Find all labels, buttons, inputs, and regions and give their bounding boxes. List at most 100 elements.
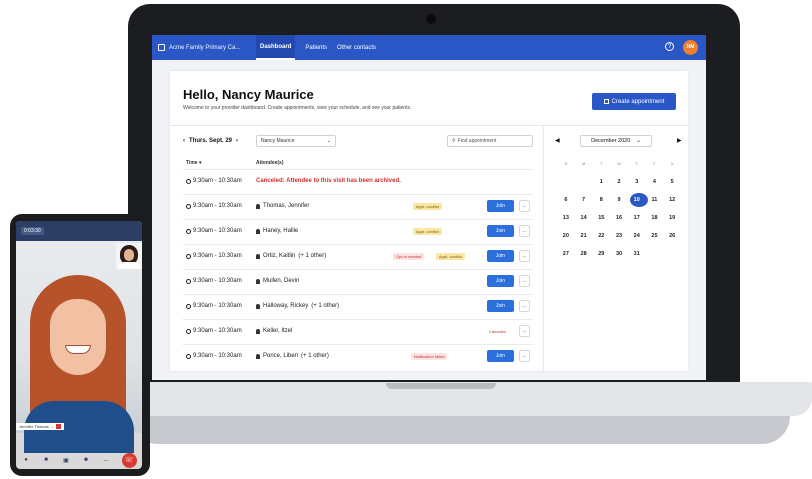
month-select[interactable]: December 2020 ⌄	[580, 135, 652, 147]
calendar-day[interactable]: 18	[646, 209, 664, 227]
calendar-day[interactable]: 28	[575, 245, 593, 263]
top-nav-bar: Acme Family Primary Ca... Dashboard Pati…	[152, 35, 706, 60]
calendar-day[interactable]: 26	[663, 227, 681, 245]
call-status-bar: 0:03:30	[16, 221, 142, 241]
calendar-day[interactable]: 21	[575, 227, 593, 245]
appointment-list: 9:30am - 10:30am Canceled: Attendee to t…	[183, 169, 533, 369]
help-icon[interactable]: ?	[665, 42, 674, 51]
join-button[interactable]: Join	[487, 250, 514, 262]
provider-select[interactable]: Nancy Maurice ⌄	[256, 135, 336, 147]
calendar-day[interactable]: 13	[557, 209, 575, 227]
appointment-row[interactable]: 9:30am - 10:30am Halloway, Rickey (+ 1 ot…	[183, 294, 533, 319]
caller-menu[interactable]: ...	[51, 424, 54, 429]
caller-name: Jennifer Thomas	[19, 424, 49, 429]
more-menu-button[interactable]: ...	[519, 275, 530, 287]
prev-month-icon[interactable]: ◀	[555, 137, 560, 144]
org-switcher[interactable]: Acme Family Primary Ca...	[158, 35, 240, 60]
calendar-day[interactable]: 30	[610, 245, 628, 263]
calendar-day[interactable]: 24	[628, 227, 646, 245]
calendar-day[interactable]: 7	[575, 191, 593, 209]
join-button[interactable]: Join	[487, 225, 514, 237]
opt-in-needed-badge: Opt-in needed	[393, 253, 425, 260]
row-attendee-extra: (+ 1 other)	[298, 253, 327, 259]
nav-patients[interactable]: Patients	[305, 35, 327, 60]
person-icon	[256, 353, 260, 359]
nav-dashboard[interactable]: Dashboard	[256, 35, 296, 60]
join-button[interactable]: Join	[487, 350, 514, 362]
column-header-time[interactable]: Time ▾	[186, 160, 202, 166]
calendar-day[interactable]: 19	[663, 209, 681, 227]
calendar-day[interactable]: 20	[557, 227, 575, 245]
calendar-day[interactable]: 9	[610, 191, 628, 209]
calendar-day[interactable]: 4	[646, 173, 664, 191]
column-header-attendees: Attendee(s)	[256, 160, 284, 166]
join-button[interactable]: Join	[487, 200, 514, 212]
appointment-row[interactable]: 9:30am - 10:30am Haney, Hallie Appt. con…	[183, 219, 533, 244]
clock-icon	[186, 203, 191, 209]
microphone-icon[interactable]: ●	[22, 456, 31, 465]
row-attendee: Mullen, Devin	[263, 278, 300, 284]
calendar-day[interactable]: 10	[628, 191, 648, 209]
calendar-day[interactable]: 1	[592, 173, 610, 191]
calendar-day[interactable]: 31	[628, 245, 646, 263]
calendar-day[interactable]: 2	[610, 173, 628, 191]
weekday-label: M	[581, 161, 586, 166]
row-attendee: Ponce, Liben	[263, 353, 299, 359]
find-appointment-input[interactable]: ⚲ Find appointment	[447, 135, 533, 147]
month-label: December 2020	[591, 138, 631, 144]
calendar-day[interactable]: 23	[610, 227, 628, 245]
more-menu-button[interactable]: ...	[519, 200, 530, 212]
calendar-day[interactable]: 8	[592, 191, 610, 209]
calendar-empty-cell	[575, 173, 593, 191]
caller-name-tag: Jennifer Thomas ...	[16, 423, 65, 430]
nav-other-contacts[interactable]: Other contacts	[337, 35, 376, 60]
clock-icon	[186, 178, 191, 184]
current-date: Thurs. Sept. 29	[189, 138, 233, 144]
appt-conflict-badge: Appt. conflict	[413, 203, 442, 210]
self-view-video[interactable]	[116, 243, 142, 269]
calendar-day[interactable]: 27	[557, 245, 575, 263]
appointment-row[interactable]: 9:30am - 10:30am Thomas, Jennifer Appt. …	[183, 194, 533, 219]
more-menu-button[interactable]: ...	[519, 250, 530, 262]
appointment-row[interactable]: 9:30am - 10:30am Ortiz, Kaitlin (+ 1 othe…	[183, 244, 533, 269]
building-icon	[158, 44, 165, 51]
share-screen-icon[interactable]: ▣	[62, 456, 71, 465]
calendar-day[interactable]: 14	[575, 209, 593, 227]
calendar-day[interactable]: 12	[663, 191, 681, 209]
end-call-button[interactable]: ☏	[121, 452, 137, 468]
calendar-day[interactable]: 5	[663, 173, 681, 191]
call-timer: 0:03:30	[21, 227, 44, 235]
appointment-row[interactable]: 9:30am - 10:30am Canceled: Attendee to t…	[183, 169, 533, 194]
calendar-day[interactable]: 22	[592, 227, 610, 245]
next-month-icon[interactable]: ▶	[677, 137, 682, 144]
calendar-day[interactable]: 15	[592, 209, 610, 227]
create-appointment-button[interactable]: Create appointment	[592, 93, 676, 110]
calendar-day[interactable]: 6	[557, 191, 575, 209]
join-button[interactable]: Join	[487, 275, 514, 287]
user-avatar[interactable]: NM	[683, 40, 698, 55]
dashboard-card: Hello, Nancy Maurice Welcome to your pro…	[170, 71, 688, 371]
more-menu-button[interactable]: ...	[519, 300, 530, 312]
calendar-day[interactable]: 25	[646, 227, 664, 245]
weekday-label: S	[564, 161, 568, 166]
join-button[interactable]: Join	[487, 300, 514, 312]
person-icon	[256, 303, 260, 309]
calendar-day[interactable]: 29	[592, 245, 610, 263]
appointment-row[interactable]: 9:30am - 10:30am Mullen, Devin Join ...	[183, 269, 533, 294]
row-time: 9:30am - 10:30am	[193, 228, 242, 234]
clock-icon	[186, 328, 191, 334]
calendar-day[interactable]: 11	[646, 191, 664, 209]
video-camera-icon[interactable]: ■	[42, 456, 51, 465]
calendar-day[interactable]: 16	[610, 209, 628, 227]
more-menu-button[interactable]: ...	[519, 350, 530, 362]
calendar-day[interactable]: 17	[628, 209, 646, 227]
calendar-day[interactable]: 3	[628, 173, 646, 191]
more-menu-button[interactable]: ...	[519, 225, 530, 237]
appointment-row[interactable]: 9:30am - 10:30am Ponce, Liben (+ 1 other)…	[183, 344, 533, 369]
appointment-row[interactable]: 9:30am - 10:30am Keller, Itzel Canceled …	[183, 319, 533, 344]
prev-day-icon[interactable]: ‹	[183, 138, 185, 144]
participants-icon[interactable]: ☻	[82, 456, 91, 465]
more-menu-button[interactable]: ...	[519, 325, 530, 337]
next-day-icon[interactable]: ›	[236, 138, 238, 144]
more-options-icon[interactable]: ...	[102, 456, 111, 465]
